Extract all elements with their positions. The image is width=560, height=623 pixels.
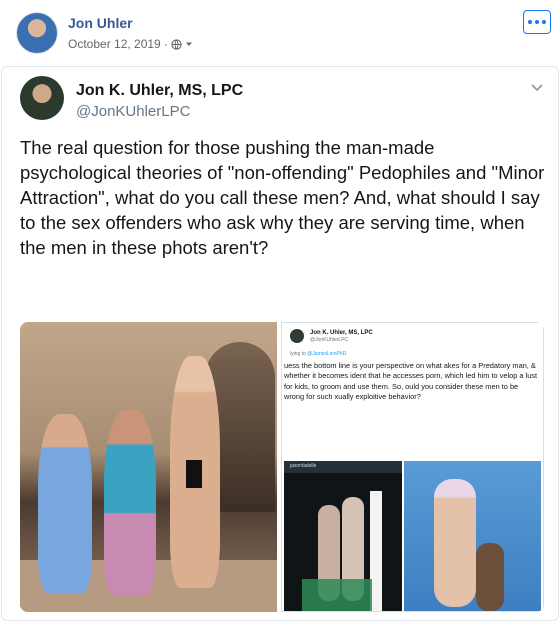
mini-video: jasonbalelle: [284, 461, 402, 611]
mini-photo: [404, 461, 541, 611]
mini-author-name: Jon K. Uhler, MS, LPC: [310, 329, 373, 336]
embedded-tweet-card[interactable]: Jon K. Uhler, MS, LPC @JonKUhlerLPC The …: [1, 66, 559, 621]
more-options-icon: [528, 20, 546, 24]
mini-video-caption: jasonbalelle: [290, 463, 317, 469]
post-more-options-button[interactable]: [523, 10, 551, 34]
mini-media: jasonbalelle: [284, 461, 541, 611]
facebook-post-header: Jon Uhler October 12, 2019 ·: [0, 0, 560, 66]
mini-author-handle: @JonKUhlerLPC: [310, 336, 349, 343]
stage-photo[interactable]: [20, 322, 277, 612]
photo-figure: [104, 410, 156, 596]
mini-reply-prefix: lying to: [290, 351, 306, 357]
chevron-down-icon[interactable]: [530, 83, 544, 93]
tweet-media[interactable]: Jon K. Uhler, MS, LPC @JonKUhlerLPC lyin…: [20, 322, 544, 612]
mini-tweet-header: Jon K. Uhler, MS, LPC @JonKUhlerLPC: [290, 329, 373, 343]
mini-avatar: [290, 329, 304, 343]
mini-figure: [434, 479, 476, 607]
mini-reply-handle: @JamesLinnPhD: [307, 351, 347, 357]
audience-caret-icon[interactable]: [185, 40, 193, 48]
meta-separator: ·: [163, 37, 168, 51]
tweet-author-handle[interactable]: @JonKUhlerLPC: [76, 103, 190, 120]
quoted-tweet-screenshot[interactable]: Jon K. Uhler, MS, LPC @JonKUhlerLPC lyin…: [281, 322, 544, 612]
mini-tweet-text: uess the bottom line is your perspective…: [284, 361, 538, 401]
tweet-author-name[interactable]: Jon K. Uhler, MS, LPC: [76, 82, 243, 100]
photo-figure: [38, 414, 92, 594]
post-date[interactable]: October 12, 2019: [68, 37, 161, 51]
mini-green-floor: [302, 579, 372, 611]
globe-icon[interactable]: [171, 38, 182, 50]
censor-bar: [186, 460, 202, 488]
author-avatar[interactable]: [16, 12, 58, 54]
tweet-author-avatar[interactable]: [20, 76, 64, 120]
mini-figure: [476, 543, 504, 611]
tweet-text: The real question for those pushing the …: [20, 137, 545, 258]
author-name[interactable]: Jon Uhler: [68, 15, 133, 31]
mini-reply-line: lying to @JamesLinnPhD: [290, 351, 346, 357]
post-meta: October 12, 2019 ·: [68, 37, 193, 51]
